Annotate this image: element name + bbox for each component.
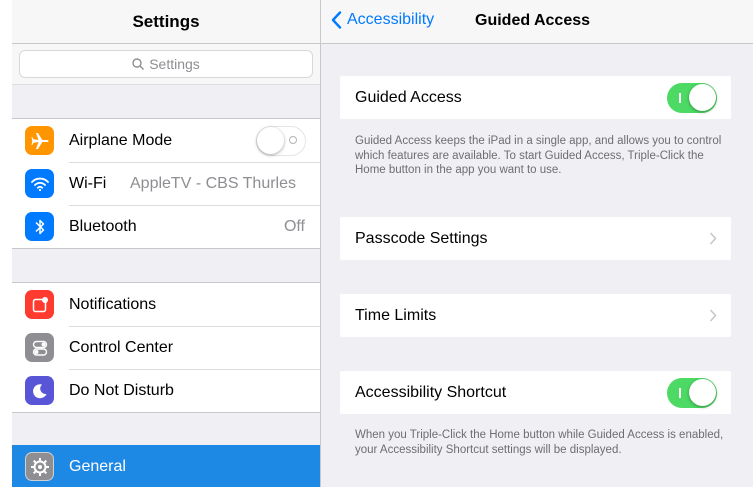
passcode-settings-label: Passcode Settings xyxy=(355,229,488,247)
guided-access-footnote: Guided Access keeps the iPad in a single… xyxy=(355,135,722,176)
do-not-disturb-label: Do Not Disturb xyxy=(69,381,174,399)
time-limits-label: Time Limits xyxy=(355,306,437,324)
time-limits-row[interactable]: Time Limits xyxy=(340,294,731,337)
sidebar-item-airplane-mode[interactable]: Airplane Mode xyxy=(12,119,320,162)
accessibility-shortcut-row: Accessibility Shortcut xyxy=(340,371,731,414)
notifications-icon xyxy=(25,290,54,319)
gear-icon xyxy=(25,452,54,481)
sidebar-header: Settings xyxy=(12,0,320,44)
guided-access-pane: Accessibility Guided Access Guided Acces… xyxy=(321,0,753,487)
wifi-icon xyxy=(25,169,54,198)
sidebar-item-do-not-disturb[interactable]: Do Not Disturb xyxy=(12,369,320,412)
guided-access-row: Guided Access xyxy=(340,76,731,119)
guided-access-toggle[interactable] xyxy=(667,83,717,113)
search-placeholder: Settings xyxy=(149,56,200,72)
passcode-settings-row[interactable]: Passcode Settings xyxy=(340,217,731,260)
general-label: General xyxy=(69,457,126,475)
sidebar-item-notifications[interactable]: Notifications xyxy=(12,283,320,326)
sidebar-item-bluetooth[interactable]: Bluetooth Off xyxy=(12,205,320,248)
toggle-knob xyxy=(257,127,284,154)
sidebar-title: Settings xyxy=(132,11,200,31)
connectivity-group: Airplane Mode Wi-Fi AppleTV - CBS Thurle… xyxy=(12,118,320,249)
detail-header: Accessibility Guided Access xyxy=(321,0,753,44)
sidebar-item-control-center[interactable]: Control Center xyxy=(12,326,320,369)
toggle-on-mark xyxy=(679,93,681,103)
toggle-off-mark xyxy=(289,136,297,144)
search-icon xyxy=(132,58,145,70)
bluetooth-label: Bluetooth xyxy=(69,217,137,235)
system-group: Notifications Control Center Do Not Dist… xyxy=(12,282,320,413)
search-input[interactable]: Settings xyxy=(19,50,313,78)
accessibility-shortcut-toggle[interactable] xyxy=(667,378,717,408)
moon-icon xyxy=(25,376,54,405)
page-title: Guided Access xyxy=(475,12,591,29)
control-center-icon xyxy=(25,333,54,362)
sidebar-item-wifi[interactable]: Wi-Fi AppleTV - CBS Thurles xyxy=(12,162,320,205)
back-button-label: Accessibility xyxy=(347,11,435,28)
settings-sidebar: Settings Settings Airplane Mode Wi-Fi Ap… xyxy=(12,0,320,487)
control-center-label: Control Center xyxy=(69,338,174,356)
sidebar-item-general[interactable]: General xyxy=(12,445,320,487)
toggle-on-mark xyxy=(679,388,681,398)
accessibility-shortcut-footnote: When you Triple-Click the Home button wh… xyxy=(355,429,724,456)
chevron-right-icon xyxy=(709,309,717,322)
guided-access-label: Guided Access xyxy=(355,88,462,106)
chevron-left-icon xyxy=(331,11,342,29)
airplane-mode-label: Airplane Mode xyxy=(69,131,173,149)
toggle-knob xyxy=(689,84,716,111)
back-button[interactable]: Accessibility xyxy=(331,11,434,29)
wifi-label: Wi-Fi xyxy=(69,174,107,192)
search-bar: Settings xyxy=(12,44,320,85)
notifications-label: Notifications xyxy=(69,295,157,313)
airplane-mode-toggle[interactable] xyxy=(256,126,306,156)
wifi-network-name: AppleTV - CBS Thurles xyxy=(130,174,296,192)
airplane-icon xyxy=(25,126,54,155)
toggle-knob xyxy=(689,379,716,406)
bluetooth-status: Off xyxy=(283,217,305,235)
chevron-right-icon xyxy=(709,232,717,245)
bluetooth-icon xyxy=(25,212,54,241)
accessibility-shortcut-label: Accessibility Shortcut xyxy=(355,383,507,401)
